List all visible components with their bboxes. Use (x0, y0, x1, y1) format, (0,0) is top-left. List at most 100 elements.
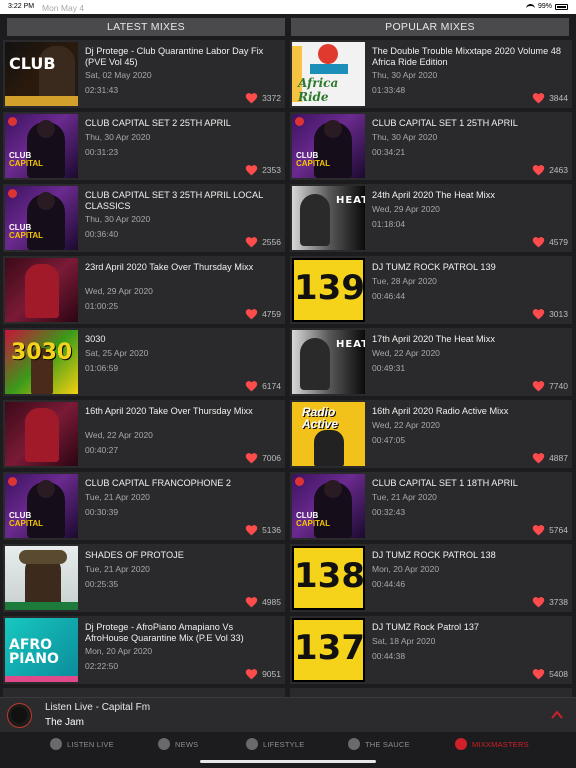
like-group[interactable]: 7006 (245, 452, 281, 464)
heart-icon[interactable] (532, 524, 545, 536)
latest-mixes-header[interactable]: LATEST MIXES (7, 18, 285, 36)
like-count: 7740 (549, 381, 568, 391)
like-count: 2353 (262, 165, 281, 175)
heart-icon[interactable] (532, 236, 545, 248)
like-count: 4887 (549, 453, 568, 463)
tab-mixxmasters[interactable]: MIXXMASTERS (455, 732, 529, 756)
like-count: 2556 (262, 237, 281, 247)
latest-mixes-list: CLUB Dj Protege - Club Quarantine Labor … (3, 40, 285, 702)
cover-art-image: CLUB CAPITAL (5, 114, 78, 178)
mix-card[interactable]: CLUB CAPITAL CLUB CAPITAL SET 2 25TH APRI… (3, 112, 285, 180)
heart-icon[interactable] (245, 452, 258, 464)
mix-card[interactable]: CLUB CAPITAL CLUB CAPITAL SET 1 18TH APRI… (290, 472, 572, 540)
heart-icon[interactable] (245, 380, 258, 392)
like-group[interactable]: 4579 (532, 236, 568, 248)
like-group[interactable]: 2463 (532, 164, 568, 176)
mix-date: Wed, 29 Apr 2020 (372, 204, 440, 214)
like-group[interactable]: 6174 (245, 380, 281, 392)
mix-card[interactable]: SHADES OF PROTOJE Tue, 21 Apr 2020 00:25… (3, 544, 285, 612)
mix-duration: 00:49:31 (372, 363, 406, 373)
mix-card[interactable]: Radio Active 16th April 2020 Radio Activ… (290, 400, 572, 468)
heart-icon[interactable] (245, 236, 258, 248)
like-group[interactable]: 2556 (245, 236, 281, 248)
like-count: 4759 (262, 309, 281, 319)
heart-icon[interactable] (532, 668, 545, 680)
popular-mixes-header[interactable]: POPULAR MIXES (291, 18, 569, 36)
chevron-up-icon[interactable] (550, 708, 564, 722)
mix-card[interactable]: 139 DJ TUMZ ROCK PATROL 139 Tue, 28 Apr … (290, 256, 572, 324)
tab-the-sauce[interactable]: THE SAUCE (348, 732, 410, 756)
mix-title: 3030 (85, 334, 106, 344)
mix-duration: 00:40:27 (85, 445, 119, 455)
mix-card[interactable]: HEAT 24th April 2020 The Heat Mixx Wed, … (290, 184, 572, 252)
mix-title: Dj Protege - AfroPiano Amapiano Vs AfroH… (85, 622, 244, 643)
like-group[interactable]: 3738 (532, 596, 568, 608)
heart-icon[interactable] (245, 308, 258, 320)
heart-icon[interactable] (245, 668, 258, 680)
now-playing-bar[interactable]: Listen Live - Capital Fm The Jam (0, 697, 576, 732)
mix-card[interactable]: CLUB CAPITAL CLUB CAPITAL SET 1 25TH APRI… (290, 112, 572, 180)
tab-lifestyle[interactable]: LIFESTYLE (246, 732, 304, 756)
like-group[interactable]: 2353 (245, 164, 281, 176)
like-count: 5136 (262, 525, 281, 535)
mix-duration: 01:33:48 (372, 85, 406, 95)
mix-card[interactable]: 23rd April 2020 Take Over Thursday Mixx … (3, 256, 285, 324)
mix-duration: 00:36:40 (85, 229, 119, 239)
tab-news[interactable]: NEWS (158, 732, 198, 756)
heart-icon[interactable] (245, 92, 258, 104)
headphones-icon (455, 738, 467, 750)
mix-card[interactable]: 137 DJ TUMZ Rock Patrol 137 Sat, 18 Apr … (290, 616, 572, 684)
heart-icon[interactable] (532, 164, 545, 176)
tab-listen-live[interactable]: LISTEN LIVE (50, 732, 114, 756)
mix-title: CLUB CAPITAL FRANCOPHONE 2 (85, 478, 232, 488)
heart-icon[interactable] (532, 452, 545, 464)
mix-title: Dj Protege - Club Quarantine Labor Day F… (85, 46, 264, 67)
like-count: 4579 (549, 237, 568, 247)
like-group[interactable]: 3844 (532, 92, 568, 104)
like-group[interactable]: 5408 (532, 668, 568, 680)
like-group[interactable]: 4985 (245, 596, 281, 608)
like-group[interactable]: 3372 (245, 92, 281, 104)
heart-icon[interactable] (245, 596, 258, 608)
like-group[interactable]: 3013 (532, 308, 568, 320)
mix-title: 16th April 2020 Radio Active Mixx (372, 406, 509, 416)
mix-title: CLUB CAPITAL SET 2 25TH APRIL (85, 118, 231, 128)
like-group[interactable]: 5764 (532, 524, 568, 536)
tab-label: LIFESTYLE (263, 739, 305, 749)
cover-art-image (5, 402, 78, 466)
mix-title: CLUB CAPITAL SET 1 25TH APRIL (372, 118, 518, 128)
mix-card[interactable]: AFRO PIANO Dj Protege - AfroPiano Amapia… (3, 616, 285, 684)
heart-icon[interactable] (532, 596, 545, 608)
heart-icon[interactable] (532, 380, 545, 392)
heart-icon[interactable] (532, 308, 545, 320)
player-song: The Jam (45, 717, 84, 728)
play-button[interactable] (7, 703, 32, 728)
mix-card[interactable]: CLUB CAPITAL CLUB CAPITAL SET 3 25TH APRI… (3, 184, 285, 252)
mix-card[interactable]: 138 DJ TUMZ ROCK PATROL 138 Mon, 20 Apr … (290, 544, 572, 612)
tab-label: THE SAUCE (365, 739, 410, 749)
mix-card[interactable]: CLUB CAPITAL CLUB CAPITAL FRANCOPHONE 2 T… (3, 472, 285, 540)
home-icon (246, 738, 258, 750)
like-group[interactable]: 5136 (245, 524, 281, 536)
like-count: 3372 (262, 93, 281, 103)
like-group[interactable]: 7740 (532, 380, 568, 392)
mix-card[interactable]: CLUB Dj Protege - Club Quarantine Labor … (3, 40, 285, 108)
mix-title: DJ TUMZ ROCK PATROL 139 (372, 262, 496, 272)
like-group[interactable]: 9051 (245, 668, 281, 680)
battery-icon (555, 3, 568, 10)
mix-card[interactable]: Africa Ride The Double Trouble Mixxtape … (290, 40, 572, 108)
heart-icon[interactable] (245, 524, 258, 536)
mix-duration: 00:30:39 (85, 507, 119, 517)
mix-date: Thu, 30 Apr 2020 (85, 214, 151, 224)
like-group[interactable]: 4759 (245, 308, 281, 320)
heart-icon[interactable] (532, 92, 545, 104)
heart-icon[interactable] (245, 164, 258, 176)
mix-card[interactable]: 16th April 2020 Take Over Thursday Mixx … (3, 400, 285, 468)
tab-label: MIXXMASTERS (472, 739, 529, 749)
mix-card[interactable]: 3030 3030 Sat, 25 Apr 2020 01:06:59 6174 (3, 328, 285, 396)
wifi-icon (525, 3, 535, 10)
like-group[interactable]: 4887 (532, 452, 568, 464)
like-count: 3738 (549, 597, 568, 607)
app-screen: 3:22 PM Mon May 4 99% LATEST MIXES POPUL… (0, 0, 576, 768)
mix-card[interactable]: HEAT 17th April 2020 The Heat Mixx Wed, … (290, 328, 572, 396)
